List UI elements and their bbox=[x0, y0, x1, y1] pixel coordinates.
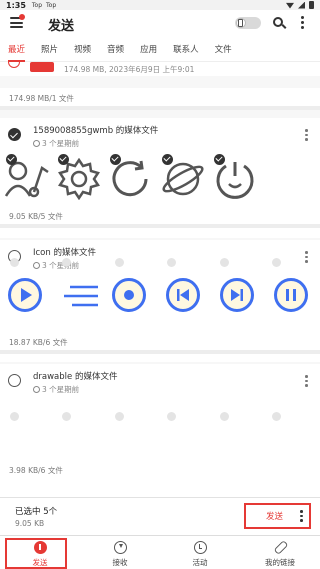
selection-size: 9.05 KB bbox=[15, 519, 45, 528]
category-tabs: 最近 照片 视频 音频 应用 联系人 文件 bbox=[0, 40, 320, 62]
tab-recent[interactable]: 最近 bbox=[0, 40, 33, 62]
selection-bar: 已选中 5个 9.05 KB 发送 bbox=[0, 497, 320, 535]
item-dot bbox=[167, 412, 176, 421]
clock-icon bbox=[33, 262, 40, 269]
group-2-time: 3 个星期前 bbox=[33, 260, 79, 271]
tab-contacts[interactable]: 联系人 bbox=[165, 40, 207, 62]
status-bar: 1:35 Top Top bbox=[0, 0, 320, 10]
item-dot bbox=[10, 258, 19, 267]
tab-apps[interactable]: 应用 bbox=[132, 40, 165, 62]
clock-icon bbox=[33, 386, 40, 393]
app-bar: 发送 bbox=[0, 10, 320, 36]
tab-videos[interactable]: 视频 bbox=[66, 40, 99, 62]
nav-send[interactable]: 发送 bbox=[0, 536, 80, 569]
group-3-checkbox[interactable] bbox=[8, 374, 21, 387]
item-dot bbox=[272, 412, 281, 421]
group-3-time: 3 个星期前 bbox=[33, 384, 79, 395]
item-dot bbox=[167, 258, 176, 267]
item-dot bbox=[272, 258, 281, 267]
link-icon bbox=[273, 540, 289, 555]
battery-icon bbox=[309, 1, 314, 9]
group-3-title: drawable 的媒体文件 bbox=[33, 372, 118, 382]
notification-dot bbox=[19, 14, 25, 20]
file-thumbnail bbox=[30, 62, 54, 72]
group-3-size: 3.98 KB/6 文件 bbox=[0, 460, 320, 482]
status-app-1: Top bbox=[31, 1, 43, 9]
media-item[interactable] bbox=[52, 152, 104, 202]
wifi-icon bbox=[286, 2, 294, 9]
item-dot bbox=[220, 258, 229, 267]
send-button[interactable]: 发送 bbox=[266, 510, 283, 522]
item-dot bbox=[62, 412, 71, 421]
group-1-items bbox=[0, 152, 320, 202]
nav-activity-label: 活动 bbox=[192, 558, 208, 567]
group-3-more-icon[interactable] bbox=[305, 375, 308, 389]
item-check-icon bbox=[214, 154, 225, 165]
file-list[interactable]: 174.98 MB, 2023年6月9日 上午9:01 174.98 MB/1 … bbox=[0, 62, 320, 497]
previous-track-icon[interactable] bbox=[166, 278, 200, 312]
item-dot bbox=[220, 412, 229, 421]
item-check-icon bbox=[58, 154, 69, 165]
send-more-icon[interactable] bbox=[300, 510, 303, 524]
group-1-time: 3 个星期前 bbox=[33, 138, 79, 149]
previous-item[interactable]: 174.98 MB, 2023年6月9日 上午9:01 bbox=[0, 62, 320, 76]
tab-files[interactable]: 文件 bbox=[207, 40, 240, 62]
status-app-2: Top bbox=[46, 1, 57, 9]
nav-links-label: 我的链接 bbox=[265, 558, 295, 567]
record-icon[interactable] bbox=[112, 278, 146, 312]
group-1-title: 1589008855gwmb 的媒体文件 bbox=[33, 126, 159, 136]
clock-icon bbox=[194, 541, 207, 554]
tab-photos[interactable]: 照片 bbox=[33, 40, 66, 62]
media-item[interactable] bbox=[208, 152, 260, 202]
tab-audio[interactable]: 音频 bbox=[99, 40, 132, 62]
playlist-icon[interactable] bbox=[62, 284, 102, 312]
item-dot bbox=[10, 412, 19, 421]
media-item[interactable] bbox=[0, 152, 52, 202]
item-check-icon bbox=[162, 154, 173, 165]
nav-receive-label: 接收 bbox=[112, 558, 128, 567]
selection-count: 已选中 5个 bbox=[15, 507, 58, 517]
phone-icon bbox=[238, 19, 243, 27]
page-title: 发送 bbox=[48, 19, 75, 34]
active-highlight bbox=[5, 538, 67, 569]
media-group-3: drawable 的媒体文件 3 个星期前 3.98 KB/6 文件 bbox=[0, 364, 320, 497]
item-dot bbox=[62, 258, 71, 267]
item-check-icon bbox=[110, 154, 121, 165]
next-track-icon[interactable] bbox=[220, 278, 254, 312]
clock-icon bbox=[33, 140, 40, 147]
play-icon[interactable] bbox=[8, 278, 42, 312]
download-icon bbox=[114, 541, 127, 554]
previous-item-info: 174.98 MB, 2023年6月9日 上午9:01 bbox=[64, 65, 195, 74]
send-action-box: 发送 bbox=[244, 503, 311, 529]
media-item[interactable] bbox=[156, 152, 208, 202]
nav-receive[interactable]: 接收 bbox=[80, 536, 160, 569]
search-icon[interactable] bbox=[273, 17, 283, 27]
signal-icon bbox=[298, 1, 305, 9]
nav-links[interactable]: 我的链接 bbox=[240, 536, 320, 569]
media-group-1: 1589008855gwmb 的媒体文件 3 个星期前 9.05 KB/5 文件 bbox=[0, 118, 320, 238]
group-1-size: 9.05 KB/5 文件 bbox=[0, 206, 320, 228]
group-2-title: Icon 的媒体文件 bbox=[33, 248, 96, 258]
group-1-checkbox[interactable] bbox=[8, 128, 21, 141]
nav-activity[interactable]: 活动 bbox=[160, 536, 240, 569]
media-item[interactable] bbox=[104, 152, 156, 202]
group-2-more-icon[interactable] bbox=[305, 251, 308, 265]
item-dot bbox=[115, 258, 124, 267]
more-options-icon[interactable] bbox=[301, 16, 304, 31]
group-2-size: 18.87 KB/6 文件 bbox=[0, 332, 320, 354]
item-dot bbox=[115, 412, 124, 421]
item-check-icon bbox=[6, 154, 17, 165]
bottom-nav: 发送 接收 活动 我的链接 bbox=[0, 535, 320, 569]
previous-size: 174.98 MB/1 文件 bbox=[0, 88, 320, 110]
pause-icon[interactable] bbox=[274, 278, 308, 312]
media-group-2: Icon 的媒体文件 3 个星期前 18.87 KB/6 文件 bbox=[0, 240, 320, 362]
group-1-more-icon[interactable] bbox=[305, 129, 308, 143]
previous-item-checkbox[interactable] bbox=[8, 62, 20, 68]
status-time: 1:35 bbox=[6, 0, 26, 10]
